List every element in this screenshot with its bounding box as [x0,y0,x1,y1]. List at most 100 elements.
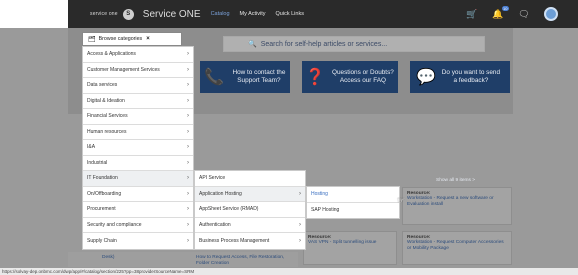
category-digital-ideation[interactable]: Digital & Ideation › [83,94,193,109]
partial-card[interactable]: How to Request Access, File Restoration,… [192,252,298,267]
resource-card[interactable]: Resource: VAS VPN - Split tunnelling iss… [303,231,397,265]
faq-tile[interactable]: ❓ Questions or Doubts? Access our FAQ [302,61,398,93]
category-label: Customer Management Services [87,66,160,73]
notification-badge: 10 [501,6,509,11]
chevron-right-icon: › [187,237,189,244]
close-icon[interactable]: × [146,36,150,42]
category-access-applications[interactable]: Access & Applications › [83,47,193,63]
browse-categories-button[interactable]: 🗂 Browse categories × [82,32,182,46]
chevron-right-icon: › [299,237,301,244]
chevron-right-icon: › [187,97,189,104]
subcategory-application-hosting[interactable]: Application Hosting › [195,186,305,202]
subcategory-label: Application Hosting [199,190,242,197]
hosting-menu: Hosting SAP Hosting [306,186,400,219]
card-link[interactable]: Workstation - Request Computer Accessori… [407,240,507,252]
chevron-right-icon: › [187,66,189,73]
resource-card[interactable]: Resource: Workstation - Request a new so… [402,187,512,225]
sap-hosting-item[interactable]: SAP Hosting [307,203,399,219]
chevron-right-icon: › [299,190,301,197]
feedback-label: Do you want to send a feedback? [441,69,501,84]
app-title[interactable]: Service ONE [143,9,201,20]
header-bar: service one S Service ONE Catalog My Act… [68,0,578,28]
chevron-right-icon: › [299,221,301,228]
card-link[interactable]: Desk) [72,255,192,261]
hosting-label: Hosting [311,191,328,198]
nav-catalog[interactable]: Catalog [211,11,230,17]
chevron-right-icon: › [187,206,189,213]
notification-icon[interactable]: 🔔 10 [492,6,509,20]
chevron-right-icon: › [187,128,189,135]
chevron-right-icon: › [187,159,189,166]
category-supply-chain[interactable]: Supply Chain › [83,233,193,249]
category-label: Supply Chain [87,237,117,244]
cart-icon[interactable]: 🛒 [466,8,478,20]
feedback-tile[interactable]: 💬 Do you want to send a feedback? [410,61,510,93]
subcategory-api-service[interactable]: API Service [195,171,305,187]
search-placeholder: Search for self-help articles or service… [260,40,388,48]
category-human-resources[interactable]: Human resources › [83,125,193,140]
hand-cursor-icon: ☞ [397,195,406,205]
subcategory-authentication[interactable]: Authentication › [195,218,305,233]
subcategory-label: AppSheet Service (RMAD) [199,206,259,213]
resource-card[interactable]: Resource: Workstation - Request Computer… [402,231,512,265]
nav-my-activity[interactable]: My Activity [240,11,266,17]
contact-support-tile[interactable]: 📞 How to contact the Support Team? [200,61,290,93]
subcategory-menu: API Service Application Hosting › AppShee… [194,170,306,250]
status-bar-url: https://solvay-dep.onbmc.com/dwp/app/#/c… [0,268,578,275]
category-it-foundation[interactable]: IT Foundation › [83,171,193,187]
contact-support-label: How to contact the Support Team? [232,69,286,84]
category-ia[interactable]: I&A › [83,140,193,156]
show-all-link[interactable]: Show all 9 items > [436,178,475,183]
chevron-right-icon: › [187,190,189,197]
category-label: I&A [87,144,96,151]
subcategory-label: Authentication [199,221,231,228]
category-label: Access & Applications [87,51,136,58]
subcategory-appsheet-service[interactable]: AppSheet Service (RMAD) [195,202,305,218]
hosting-item[interactable]: Hosting [307,187,399,203]
category-menu: Access & Applications › Customer Manageme… [82,46,194,250]
sap-hosting-label: SAP Hosting [311,207,340,214]
category-label: Data services [87,82,118,89]
category-label: Industrial [87,159,108,166]
folder-icon: 🗂 [88,36,96,43]
category-data-services[interactable]: Data services › [83,78,193,94]
category-label: IT Foundation [87,175,118,182]
category-label: Security and compliance [87,221,142,228]
nav-quick-links[interactable]: Quick Links [276,11,304,17]
subcategory-business-process-management[interactable]: Business Process Management › [195,233,305,249]
category-procurement[interactable]: Procurement › [83,202,193,218]
category-customer-management[interactable]: Customer Management Services › [83,63,193,78]
category-label: Procurement [87,206,116,213]
faq-label: Questions or Doubts? Access our FAQ [332,69,394,84]
search-input[interactable]: 🔍 Search for self-help articles or servi… [223,36,485,52]
chevron-right-icon: › [187,221,189,228]
category-label: Financial Services [87,113,128,120]
card-link[interactable]: VAS VPN - Split tunnelling issue [308,240,392,246]
category-industrial[interactable]: Industrial › [83,156,193,171]
qa-bubbles-icon: ❓ [305,69,325,86]
user-avatar[interactable] [544,7,558,21]
category-security-compliance[interactable]: Security and compliance › [83,218,193,233]
top-bar: service one S Service ONE Catalog My Act… [0,0,578,28]
category-financial-services[interactable]: Financial Services › [83,109,193,125]
search-icon: 🔍 [248,41,257,48]
chat-icon[interactable]: 🗨 [518,8,530,20]
phone-person-icon: 📞 [204,69,224,86]
partial-card[interactable]: Desk) [68,252,196,267]
subcategory-label: API Service [199,175,226,182]
brand-logo-text: service one [90,11,118,17]
category-label: Digital & Ideation [87,97,125,104]
chevron-right-icon: › [187,82,189,89]
chevron-right-icon: › [187,144,189,151]
category-label: Human resources [87,128,127,135]
category-onoffboarding[interactable]: On/Offboarding › [83,187,193,202]
card-link[interactable]: How to Request Access, File Restoration,… [196,255,294,267]
feedback-icon: 💬 [416,69,436,86]
subcategory-label: Business Process Management [199,237,270,244]
chevron-right-icon: › [187,113,189,120]
category-label: On/Offboarding [87,190,122,197]
chevron-right-icon: › [187,51,189,58]
brand-logo-icon: S [122,8,134,20]
card-link[interactable]: Workstation - Request a new software or … [407,196,507,208]
chevron-right-icon: › [187,175,189,182]
